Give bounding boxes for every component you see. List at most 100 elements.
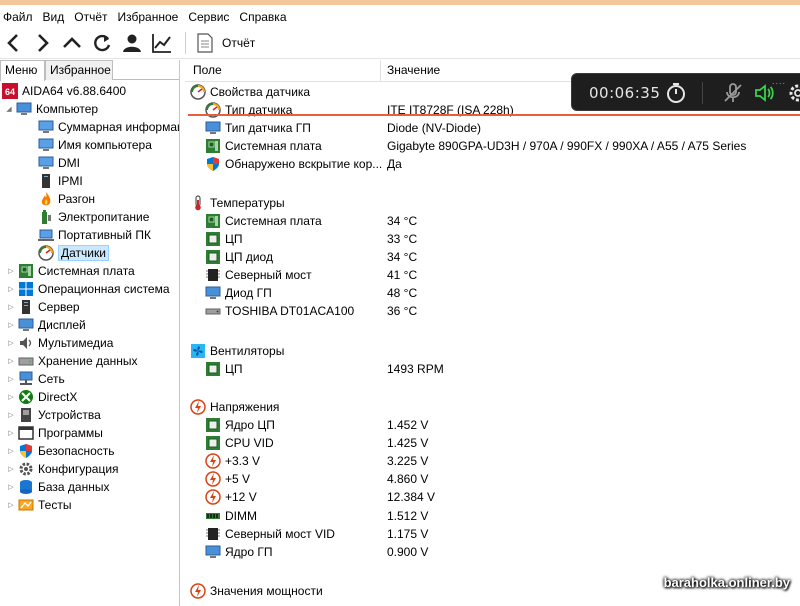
menu-tools[interactable]: Сервис (185, 10, 233, 24)
table-row[interactable]: Ядро ЦП 1.452 V (205, 416, 428, 434)
refresh-button[interactable] (88, 30, 116, 56)
table-row[interactable]: Северный мост 41 °C (205, 266, 417, 284)
menu-bar: Файл Вид Отчёт Избранное Сервис Справка (0, 6, 800, 28)
tree-item-motherboard[interactable]: ▷ Системная плата (6, 262, 135, 280)
expand-arrow-icon[interactable]: ▷ (6, 356, 16, 366)
table-row[interactable]: Обнаружено вскрытие кор... Да (205, 155, 402, 173)
tree-root[interactable]: 64 AIDA64 v6.88.6400 (2, 82, 126, 100)
expand-arrow-icon[interactable]: ▷ (6, 266, 16, 276)
table-row[interactable]: Тип датчика ITE IT8728F (ISA 228h) (205, 101, 514, 119)
expand-arrow-icon[interactable]: ▷ (6, 302, 16, 312)
speaker-icon[interactable] (752, 81, 776, 105)
tree-item-ipmi[interactable]: IPMI (38, 172, 83, 190)
gear-icon[interactable] (786, 81, 800, 105)
table-row[interactable]: DIMM 1.512 V (205, 507, 428, 525)
tree-item-sensors[interactable]: Датчики (38, 244, 109, 262)
tree-item-storage[interactable]: ▷ Хранение данных (6, 352, 137, 370)
microphone-muted-icon[interactable] (721, 81, 745, 105)
menu-view[interactable]: Вид (40, 10, 69, 24)
voltage-icon (205, 453, 221, 469)
table-row[interactable]: Диод ГП 48 °C (205, 284, 417, 302)
tree-item-security[interactable]: ▷ Безопасность (6, 442, 115, 460)
tree-item-config[interactable]: ▷ Конфигурация (6, 460, 118, 478)
voltage-icon (190, 399, 206, 415)
section-fans[interactable]: Вентиляторы (190, 342, 284, 360)
tab-favorites[interactable]: Избранное (45, 60, 113, 80)
table-row[interactable]: +5 V 4.860 V (205, 470, 428, 488)
expand-arrow-icon[interactable]: ▷ (6, 500, 16, 510)
fan-icon (191, 344, 205, 358)
tree-item-database[interactable]: ▷ База данных (6, 478, 109, 496)
speaker-icon (20, 337, 32, 349)
menu-favorites[interactable]: Избранное (115, 10, 183, 24)
expand-arrow-icon[interactable]: ▷ (6, 446, 16, 456)
table-row[interactable]: +3.3 V 3.225 V (205, 452, 428, 470)
expand-arrow-icon[interactable]: ▷ (6, 374, 16, 384)
expand-arrow-icon[interactable]: ▷ (6, 464, 16, 474)
expand-arrow-icon[interactable]: ▷ (6, 428, 16, 438)
tree-item-devices[interactable]: ▷ Устройства (6, 406, 101, 424)
computer-icon (16, 102, 32, 115)
tree-item-software[interactable]: ▷ Программы (6, 424, 103, 442)
column-value[interactable]: Значение (387, 63, 440, 77)
menu-help[interactable]: Справка (236, 10, 290, 24)
windows-logo-icon (19, 282, 33, 296)
table-row[interactable]: Системная плата 34 °C (205, 212, 417, 230)
table-row[interactable]: +12 V 12.384 V (205, 488, 435, 506)
watermark: baraholka.onliner.by (663, 575, 790, 590)
tree-item-overclock[interactable]: Разгон (38, 190, 95, 208)
tree-item-summary[interactable]: Суммарная информация (38, 118, 179, 136)
table-row[interactable]: ЦП диод 34 °C (205, 248, 417, 266)
report-label: Отчёт (222, 36, 256, 50)
table-row[interactable]: Ядро ГП 0.900 V (205, 543, 428, 561)
tree-item-benchmark[interactable]: ▷ Тесты (6, 496, 71, 514)
expand-arrow-icon[interactable]: ▷ (6, 482, 16, 492)
column-field[interactable]: Поле (193, 63, 222, 77)
monitor-icon (38, 120, 54, 133)
tree-item-portable[interactable]: Портативный ПК (38, 226, 151, 244)
expand-arrow-icon[interactable]: ▷ (6, 338, 16, 348)
tree-item-os[interactable]: ▷ Операционная система (6, 280, 170, 298)
section-sensor-properties[interactable]: Свойства датчика (190, 83, 310, 101)
forward-button[interactable] (28, 30, 56, 56)
expand-arrow-icon[interactable]: ▷ (6, 284, 16, 294)
up-button[interactable] (58, 30, 86, 56)
expand-arrow-icon[interactable]: ▷ (6, 320, 16, 330)
table-row[interactable]: ЦП 1493 RPM (205, 360, 444, 378)
tree-item-multimedia[interactable]: ▷ Мультимедиа (6, 334, 113, 352)
table-row[interactable]: Северный мост VID 1.175 V (205, 525, 428, 543)
tree-item-computer[interactable]: ◢ Компьютер (4, 100, 98, 118)
table-row[interactable]: Системная плата Gigabyte 890GPA-UD3H / 9… (205, 137, 746, 155)
section-temperatures[interactable]: Температуры (190, 194, 285, 212)
shield-icon (20, 444, 32, 458)
collapse-arrow-icon[interactable]: ◢ (4, 104, 14, 114)
table-row[interactable]: CPU VID 1.425 V (205, 434, 428, 452)
tree-item-server[interactable]: ▷ Сервер (6, 298, 80, 316)
back-button[interactable] (0, 30, 28, 56)
chart-button[interactable] (148, 30, 176, 56)
table-row[interactable]: ЦП 33 °C (205, 230, 417, 248)
tree-item-network[interactable]: ▷ Сеть (6, 370, 65, 388)
cpu-icon (206, 362, 220, 376)
report-button[interactable]: Отчёт (196, 30, 255, 56)
chevron-left-icon (7, 34, 18, 52)
tree-item-power[interactable]: Электропитание (38, 208, 149, 226)
tree-item-computer-name[interactable]: Имя компьютера (38, 136, 152, 154)
expand-arrow-icon[interactable]: ▷ (6, 410, 16, 420)
column-divider[interactable] (380, 60, 381, 82)
tree-item-dmi[interactable]: DMI (38, 154, 80, 172)
menu-file[interactable]: Файл (0, 10, 37, 24)
table-row[interactable]: Тип датчика ГП Diode (NV-Diode) (205, 119, 481, 137)
stopwatch-icon[interactable] (664, 81, 688, 105)
monitor-icon (205, 121, 221, 134)
tab-menu[interactable]: Меню (0, 60, 45, 81)
tree-item-directx[interactable]: ▷ DirectX (6, 388, 77, 406)
tree-item-display[interactable]: ▷ Дисплей (6, 316, 85, 334)
section-voltages[interactable]: Напряжения (190, 398, 279, 416)
table-row[interactable]: TOSHIBA DT01ACA100 36 °C (205, 302, 417, 320)
section-power[interactable]: Значения мощности (190, 582, 323, 600)
user-button[interactable] (118, 30, 146, 56)
expand-arrow-icon[interactable]: ▷ (6, 392, 16, 402)
device-icon (21, 408, 31, 422)
menu-report[interactable]: Отчёт (71, 10, 111, 24)
